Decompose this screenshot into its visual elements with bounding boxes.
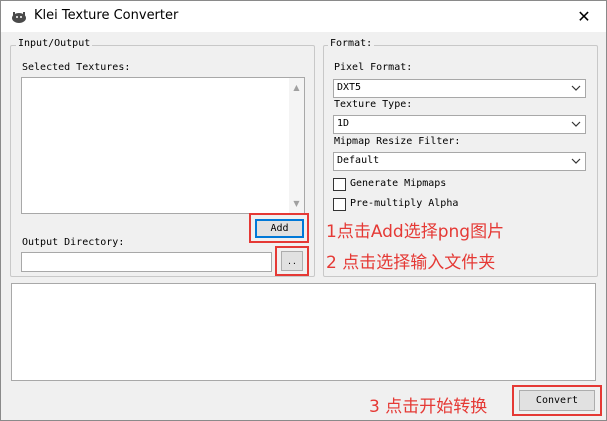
chevron-down-icon <box>571 85 581 91</box>
mipmap-filter-label: Mipmap Resize Filter: <box>334 136 461 147</box>
window-title: Klei Texture Converter <box>34 8 179 23</box>
texture-type-value: 1D <box>337 118 350 129</box>
scroll-down-icon[interactable]: ▼ <box>289 196 304 211</box>
app-window: Klei Texture Converter ✕ Input/Output Se… <box>0 0 607 421</box>
texture-type-label: Texture Type: <box>334 99 413 110</box>
pixel-format-value: DXT5 <box>337 82 362 93</box>
generate-mipmaps-checkbox[interactable] <box>333 178 346 191</box>
chevron-down-icon <box>571 158 581 164</box>
browse-button-highlight <box>275 246 309 276</box>
output-directory-field[interactable] <box>21 252 272 272</box>
selected-textures-label: Selected Textures: <box>22 62 131 73</box>
generate-mipmaps-label[interactable]: Generate Mipmaps <box>350 178 446 189</box>
log-output-area[interactable] <box>11 283 596 381</box>
close-icon: ✕ <box>577 7 591 26</box>
title-bar[interactable]: Klei Texture Converter ✕ <box>1 1 606 32</box>
selected-textures-list[interactable]: ▲ ▼ <box>21 77 305 214</box>
pixel-format-label: Pixel Format: <box>334 62 413 73</box>
convert-button-highlight <box>512 385 602 416</box>
close-button[interactable]: ✕ <box>562 1 606 32</box>
chevron-down-icon <box>571 121 581 127</box>
mipmap-filter-select[interactable]: Default <box>333 152 586 171</box>
pixel-format-select[interactable]: DXT5 <box>333 79 586 98</box>
annotation-step1: 1点击Add选择png图片 <box>326 222 505 242</box>
premultiply-alpha-checkbox[interactable] <box>333 198 346 211</box>
klei-logo-icon <box>12 12 26 23</box>
annotation-step3: 3 点击开始转换 <box>369 397 488 417</box>
textures-scrollbar[interactable]: ▲ ▼ <box>289 78 304 213</box>
mipmap-filter-value: Default <box>337 155 380 166</box>
add-button-highlight <box>249 213 309 243</box>
texture-type-select[interactable]: 1D <box>333 115 586 134</box>
annotation-step2: 2 点击选择输入文件夹 <box>326 253 496 273</box>
premultiply-alpha-label[interactable]: Pre-multiply Alpha <box>350 198 458 209</box>
output-directory-label: Output Directory: <box>22 237 125 248</box>
scroll-up-icon[interactable]: ▲ <box>289 80 304 95</box>
format-legend: Format: <box>328 38 375 49</box>
input-output-legend: Input/Output <box>16 38 93 49</box>
